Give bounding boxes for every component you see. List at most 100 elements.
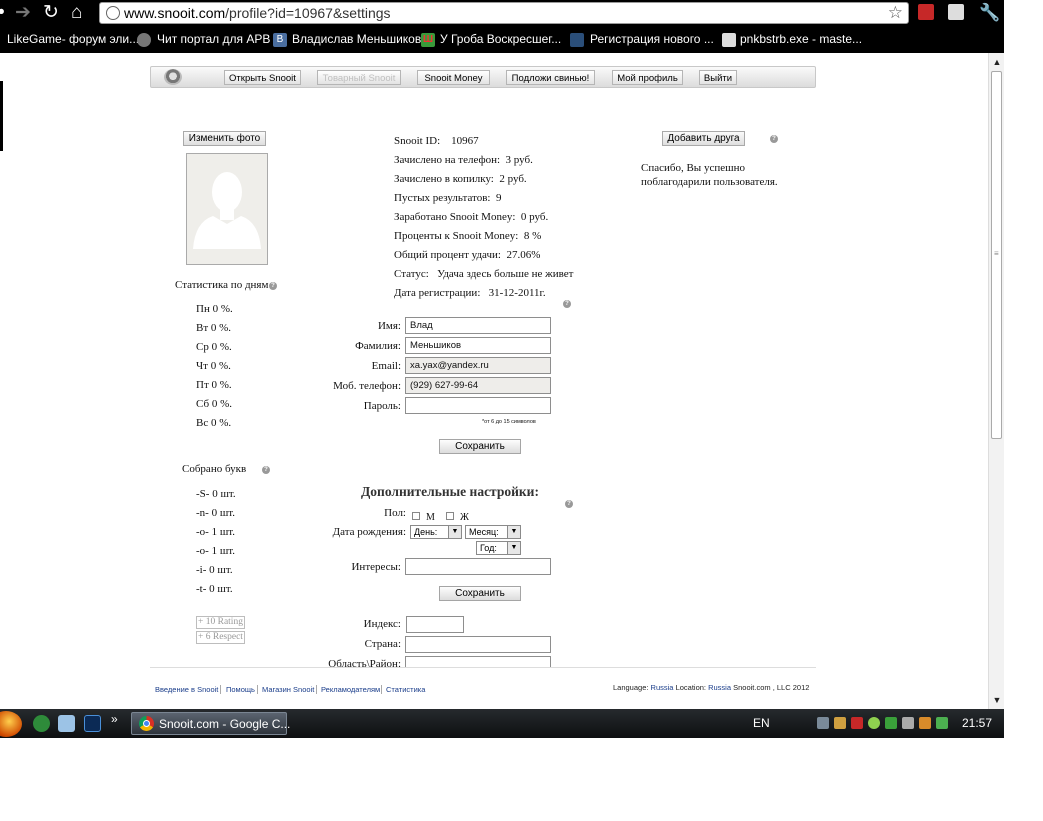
stat-row: Дата регистрации: 31-12-2011г. bbox=[394, 287, 546, 299]
chevron-down-icon: ▼ bbox=[507, 526, 520, 538]
footer-link[interactable]: Статистика bbox=[386, 685, 425, 694]
email-label: Email: bbox=[371, 360, 401, 372]
phone-field[interactable]: (929) 627-99-64 bbox=[405, 377, 551, 394]
thanks-message: Спасибо, Вы успешно поблагодарили пользо… bbox=[641, 162, 778, 188]
nav-logout[interactable]: Выйти bbox=[699, 70, 737, 85]
chrome-icon bbox=[139, 716, 154, 731]
bookmark-favicon bbox=[137, 33, 151, 47]
save-profile-button[interactable]: Сохранить bbox=[439, 439, 521, 454]
day-stat: Вс 0 %. bbox=[196, 417, 232, 429]
stat-label: Дата регистрации: bbox=[394, 287, 481, 299]
location-link[interactable]: Russia bbox=[708, 683, 731, 692]
reload-icon[interactable]: ↻ bbox=[43, 2, 59, 24]
photoshop-icon[interactable] bbox=[84, 715, 101, 732]
footer-link[interactable]: Введение в Snooit bbox=[155, 685, 218, 694]
taskbar-chrome-window[interactable]: Snooit.com - Google C... bbox=[131, 712, 290, 735]
footer-link[interactable]: Помощь bbox=[226, 685, 255, 694]
help-icon[interactable]: ? bbox=[262, 466, 270, 474]
footer-link[interactable]: Магазин Snooit bbox=[262, 685, 314, 694]
day-stat: Чт 0 %. bbox=[196, 360, 231, 372]
home-icon[interactable]: ⌂ bbox=[71, 2, 82, 24]
network-icon[interactable] bbox=[817, 717, 829, 729]
clock[interactable]: 21:57 bbox=[962, 716, 992, 730]
stat-value: 27.06% bbox=[506, 249, 541, 261]
language-label: Language: bbox=[613, 683, 651, 692]
nav-pig[interactable]: Подложи свинью! bbox=[506, 70, 595, 85]
back-icon[interactable]: • bbox=[0, 2, 5, 24]
bookmark-favicon bbox=[570, 33, 584, 47]
index-field[interactable] bbox=[406, 616, 464, 633]
tray-icon[interactable] bbox=[868, 717, 880, 729]
stat-row: Пустых результатов: 9 bbox=[394, 192, 501, 204]
bookmark-likegame[interactable]: LikeGame- форум эли... bbox=[7, 32, 139, 46]
password-field[interactable] bbox=[405, 397, 551, 414]
language-indicator[interactable]: EN bbox=[753, 716, 770, 730]
tray-icon[interactable] bbox=[834, 717, 846, 729]
chevron-down-icon: ▼ bbox=[448, 526, 461, 538]
address-bar[interactable]: www.snooit.com/profile?id=10967&settings… bbox=[99, 2, 909, 24]
scrollbar[interactable]: ▲ ≡ ▼ bbox=[988, 53, 1004, 709]
help-icon[interactable]: ? bbox=[563, 300, 571, 308]
language-link[interactable]: Russia bbox=[651, 683, 674, 692]
bookmark-pnkbstrb[interactable]: pnkbstrb.exe - maste... bbox=[740, 32, 862, 46]
wrench-icon[interactable]: 🔧 bbox=[979, 2, 1000, 24]
month-select[interactable]: Месяц: ▼ bbox=[465, 525, 521, 539]
side-tab bbox=[0, 81, 3, 151]
utorrent-icon[interactable] bbox=[33, 715, 50, 732]
index-label: Индекс: bbox=[363, 618, 401, 630]
scroll-thumb[interactable]: ≡ bbox=[991, 71, 1002, 439]
name-field[interactable]: Влад bbox=[405, 317, 551, 334]
tray-icon[interactable] bbox=[851, 717, 863, 729]
stat-row: Проценты к Snooit Money: 8 % bbox=[394, 230, 541, 242]
start-button[interactable] bbox=[0, 711, 22, 737]
explorer-icon[interactable] bbox=[58, 715, 75, 732]
bookmark-vladislav[interactable]: Владислав Меньшиков bbox=[292, 32, 421, 46]
tray-icon[interactable] bbox=[936, 717, 948, 729]
volume-icon[interactable] bbox=[902, 717, 914, 729]
day-select[interactable]: День: ▼ bbox=[410, 525, 462, 539]
tray-icon[interactable] bbox=[919, 717, 931, 729]
scroll-up-icon[interactable]: ▲ bbox=[990, 54, 1004, 70]
save-settings-button[interactable]: Сохранить bbox=[439, 586, 521, 601]
rating-badge: + 10 Rating bbox=[196, 616, 245, 629]
add-friend-button[interactable]: Добавить друга bbox=[662, 131, 745, 146]
scroll-down-icon[interactable]: ▼ bbox=[990, 692, 1004, 708]
snooit-logo-icon[interactable] bbox=[164, 69, 182, 85]
nav-snooit-money[interactable]: Snooit Money bbox=[417, 70, 490, 85]
help-icon[interactable]: ? bbox=[770, 135, 778, 143]
extension-icon[interactable] bbox=[918, 4, 934, 20]
change-photo-button[interactable]: Изменить фото bbox=[183, 131, 266, 146]
forward-icon[interactable]: ➔ bbox=[15, 2, 31, 24]
footer-separator bbox=[220, 685, 221, 694]
surname-field[interactable]: Меньшиков bbox=[405, 337, 551, 354]
browser-toolbar: • ➔ ↻ ⌂ www.snooit.com/profile?id=10967&… bbox=[0, 0, 1004, 27]
region-field[interactable] bbox=[405, 656, 551, 667]
stat-value: 0 руб. bbox=[520, 211, 549, 223]
year-select[interactable]: Год: ▼ bbox=[476, 541, 521, 555]
letter-count: -o- 1 шт. bbox=[196, 526, 236, 538]
gender-female-checkbox[interactable] bbox=[446, 512, 454, 520]
bookmark-registration[interactable]: Регистрация нового ... bbox=[590, 32, 714, 46]
bookmark-star-icon[interactable]: ☆ bbox=[888, 3, 903, 23]
more-icon[interactable]: » bbox=[111, 712, 118, 726]
help-icon[interactable]: ? bbox=[565, 500, 573, 508]
footer-link[interactable]: Рекламодателям bbox=[321, 685, 380, 694]
nav-my-profile[interactable]: Мой профиль bbox=[612, 70, 683, 85]
password-label: Пароль: bbox=[363, 400, 401, 412]
interests-field[interactable] bbox=[405, 558, 551, 575]
day-select-value: День: bbox=[414, 527, 438, 537]
gender-male-label: М bbox=[426, 512, 435, 523]
help-icon[interactable]: ? bbox=[269, 282, 277, 290]
stat-label: Общий процент удачи: bbox=[394, 249, 501, 261]
footer-divider bbox=[150, 667, 816, 668]
bookmark-apb[interactable]: Чит портал для APB bbox=[157, 32, 270, 46]
url-text[interactable]: www.snooit.com/profile?id=10967&settings bbox=[124, 5, 391, 21]
extension-k-icon[interactable] bbox=[948, 4, 964, 20]
country-field[interactable] bbox=[405, 636, 551, 653]
gender-male-checkbox[interactable] bbox=[412, 512, 420, 520]
email-field[interactable]: xa.yax@yandex.ru bbox=[405, 357, 551, 374]
nav-goods-snooit[interactable]: Товарный Snooit bbox=[317, 70, 401, 85]
nav-open-snooit[interactable]: Открыть Snooit bbox=[224, 70, 301, 85]
bookmark-grob[interactable]: У Гроба Воскресшег... bbox=[440, 32, 561, 46]
tray-icon[interactable] bbox=[885, 717, 897, 729]
